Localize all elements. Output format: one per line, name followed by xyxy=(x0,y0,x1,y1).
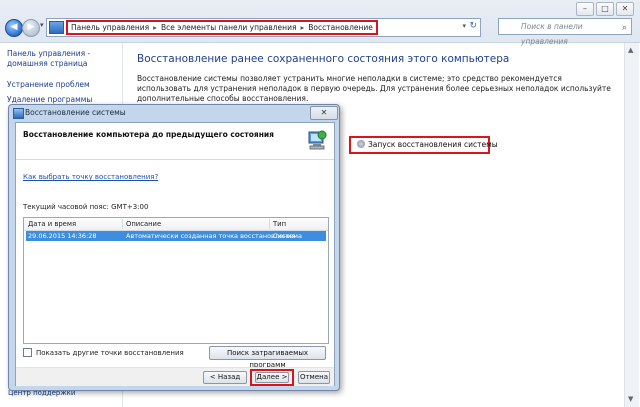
back-arrow-icon[interactable]: ◀ xyxy=(5,19,23,37)
search-input[interactable]: Поиск в панели управления ⌕ xyxy=(498,18,632,46)
column-header-date[interactable]: Дата и время xyxy=(28,220,76,228)
cancel-button[interactable]: Отмена xyxy=(298,371,330,384)
forward-arrow-icon[interactable]: ▶ xyxy=(22,19,40,37)
breadcrumb-all-items[interactable]: Все элементы панели управления xyxy=(161,23,297,32)
column-separator xyxy=(122,219,123,229)
control-panel-icon xyxy=(49,21,64,34)
address-bar[interactable]: Панель управления ▸ Все элементы панели … xyxy=(46,18,481,37)
run-system-restore-button[interactable]: Запуск восстановления системы xyxy=(353,139,498,151)
page-title: Восстановление ранее сохраненного состоя… xyxy=(137,53,510,65)
window-titlebar: – □ ✕ ◀ ▶ ▾ Панель управления ▸ Все элем… xyxy=(0,0,640,46)
next-button[interactable]: Далее > xyxy=(255,372,289,383)
column-header-type[interactable]: Тип xyxy=(273,220,286,228)
show-more-points-checkbox[interactable] xyxy=(23,348,32,357)
address-dropdown-icon[interactable]: ▾ xyxy=(462,22,466,30)
dialog-heading: Восстановление компьютера до предыдущего… xyxy=(23,130,274,139)
run-restore-label: Запуск восстановления системы xyxy=(368,140,498,149)
dialog-close-button[interactable]: ✕ xyxy=(310,106,338,120)
next-button-highlight: Далее > xyxy=(250,369,294,386)
show-more-points-label: Показать другие точки восстановления xyxy=(36,348,184,357)
dialog-header: Восстановление компьютера до предыдущего… xyxy=(16,123,334,160)
scroll-up-icon[interactable]: ▲ xyxy=(628,46,633,54)
minimize-button[interactable]: – xyxy=(576,2,594,16)
history-dropdown-icon[interactable]: ▾ xyxy=(40,21,44,29)
system-restore-icon xyxy=(13,108,24,119)
timezone-label: Текущий часовой пояс: GMT+3:00 xyxy=(23,203,149,211)
dialog-body: Восстановление компьютера до предыдущего… xyxy=(15,122,335,386)
show-more-points-option[interactable]: Показать другие точки восстановления xyxy=(23,348,184,357)
chevron-right-icon[interactable]: ▸ xyxy=(153,23,157,32)
column-header-description[interactable]: Описание xyxy=(126,220,161,228)
table-row[interactable]: 29.06.2015 14:36:28 Автоматически создан… xyxy=(26,231,326,241)
dialog-title: Восстановление системы xyxy=(25,108,126,117)
restore-points-table: Дата и время Описание Тип 29.06.2015 14:… xyxy=(23,217,329,344)
maximize-button[interactable]: □ xyxy=(596,2,614,16)
refresh-icon[interactable]: ↻ xyxy=(469,21,477,31)
nav-home-link-line1[interactable]: Панель управления - xyxy=(7,49,90,59)
run-restore-highlight: Запуск восстановления системы xyxy=(349,136,498,154)
scroll-down-icon[interactable]: ▼ xyxy=(628,395,633,403)
nav-home-link-line2[interactable]: домашняя страница xyxy=(7,59,88,69)
page-description: Восстановление системы позволяет устрани… xyxy=(137,74,611,103)
dialog-footer: < Назад Далее > Отмена xyxy=(16,367,334,386)
breadcrumb-control-panel[interactable]: Панель управления xyxy=(71,23,149,32)
computer-restore-icon xyxy=(308,130,327,150)
window-controls: – □ ✕ xyxy=(576,2,634,16)
scan-affected-programs-button[interactable]: Поиск затрагиваемых программ xyxy=(209,346,326,369)
breadcrumb: Панель управления ▸ Все элементы панели … xyxy=(66,20,378,35)
breadcrumb-recovery[interactable]: Восстановление xyxy=(308,23,373,32)
row-type: Система xyxy=(273,232,303,240)
close-button[interactable]: ✕ xyxy=(616,2,634,16)
chevron-right-icon[interactable]: ▸ xyxy=(300,23,304,32)
nav-troubleshooting-link[interactable]: Устранение проблем xyxy=(7,80,90,90)
row-date: 29.06.2015 14:36:28 xyxy=(28,232,97,240)
search-placeholder: Поиск в панели управления xyxy=(521,22,583,46)
column-separator xyxy=(269,219,270,229)
system-restore-icon xyxy=(357,140,365,148)
table-header: Дата и время Описание Тип xyxy=(24,218,328,231)
row-description: Автоматически созданная точка восстановл… xyxy=(126,232,296,240)
search-icon[interactable]: ⌕ xyxy=(622,21,627,36)
vertical-scrollbar[interactable]: ▲ ▼ xyxy=(624,43,639,407)
back-button[interactable]: < Назад xyxy=(203,371,247,384)
choose-point-help-link[interactable]: Как выбрать точку восстановления? xyxy=(23,173,158,181)
system-restore-dialog: Восстановление системы ✕ Восстановление … xyxy=(8,104,340,391)
